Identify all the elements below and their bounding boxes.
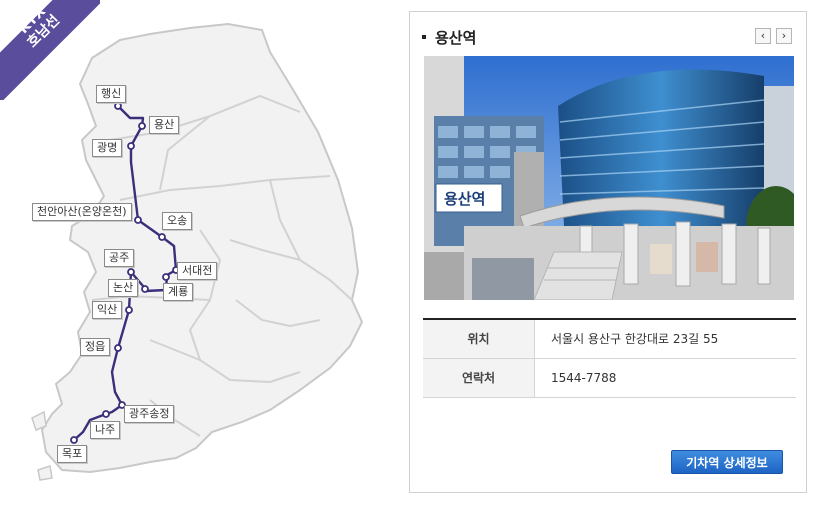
chevron-right-icon: › [781, 29, 787, 42]
station-label-jeongeup[interactable]: 정읍 [80, 338, 111, 356]
location-value: 서울시 용산구 한강대로 23길 55 [551, 332, 719, 346]
line-badge: KTX 호남선 [0, 0, 100, 100]
station-label-osong[interactable]: 오송 [162, 212, 193, 230]
station-photo: 용산역 [424, 56, 794, 300]
station-label-cheonanasan[interactable]: 천안아산(온양온천) [32, 203, 132, 221]
station-node-haengsin[interactable] [114, 102, 122, 110]
station-label-yongsan[interactable]: 용산 [149, 116, 180, 134]
station-label-naju[interactable]: 나주 [90, 421, 121, 439]
info-row-contact: 연락처 1544-7788 [423, 359, 796, 398]
station-node-osong[interactable] [158, 233, 166, 241]
station-label-nonsan[interactable]: 논산 [108, 279, 139, 297]
station-node-gongju[interactable] [127, 268, 135, 276]
location-key: 위치 [423, 320, 535, 358]
contact-key: 연락처 [423, 359, 535, 397]
station-detail-button[interactable]: 기차역 상세정보 [671, 450, 783, 474]
info-row-location: 위치 서울시 용산구 한강대로 23길 55 [423, 320, 796, 359]
station-label-seodaejeon[interactable]: 서대전 [177, 262, 218, 280]
station-info-table: 위치 서울시 용산구 한강대로 23길 55 연락처 1544-7788 [423, 318, 796, 398]
station-label-gwangmyeong[interactable]: 광명 [92, 139, 123, 157]
title-bullet-icon [422, 35, 426, 39]
contact-value: 1544-7788 [551, 371, 617, 385]
station-label-gongju[interactable]: 공주 [104, 249, 135, 267]
station-label-mokpo[interactable]: 목포 [57, 445, 88, 463]
station-label-gwangjusongjeong[interactable]: 광주송정 [124, 405, 175, 423]
next-station-button[interactable]: › [776, 28, 792, 44]
station-node-yongsan[interactable] [138, 122, 146, 130]
route-map-panel: KTX 호남선 행신 용산 광명 천안아산(온양온천) 오송 공주 서대전 논산… [0, 0, 400, 508]
station-sign-text: 용산역 [444, 190, 485, 208]
station-node-mokpo[interactable] [70, 436, 78, 444]
station-node-naju[interactable] [102, 410, 110, 418]
station-node-iksan[interactable] [125, 306, 133, 314]
station-node-cheonanasan[interactable] [134, 216, 142, 224]
station-label-iksan[interactable]: 익산 [92, 301, 123, 319]
chevron-left-icon: ‹ [760, 29, 766, 42]
station-label-haengsin[interactable]: 행신 [96, 85, 127, 103]
station-info-panel: 용산역 ‹ › 용산역 위치 서울시 용산구 한강대로 23길 55 연락처 1… [409, 11, 807, 493]
prev-station-button[interactable]: ‹ [755, 28, 771, 44]
station-node-jeongeup[interactable] [114, 344, 122, 352]
station-node-nonsan[interactable] [141, 285, 149, 293]
station-title: 용산역 [435, 29, 477, 47]
station-node-gyeryong[interactable] [162, 273, 170, 281]
station-node-gwangmyeong[interactable] [127, 142, 135, 150]
station-label-gyeryong[interactable]: 계룡 [163, 283, 194, 301]
